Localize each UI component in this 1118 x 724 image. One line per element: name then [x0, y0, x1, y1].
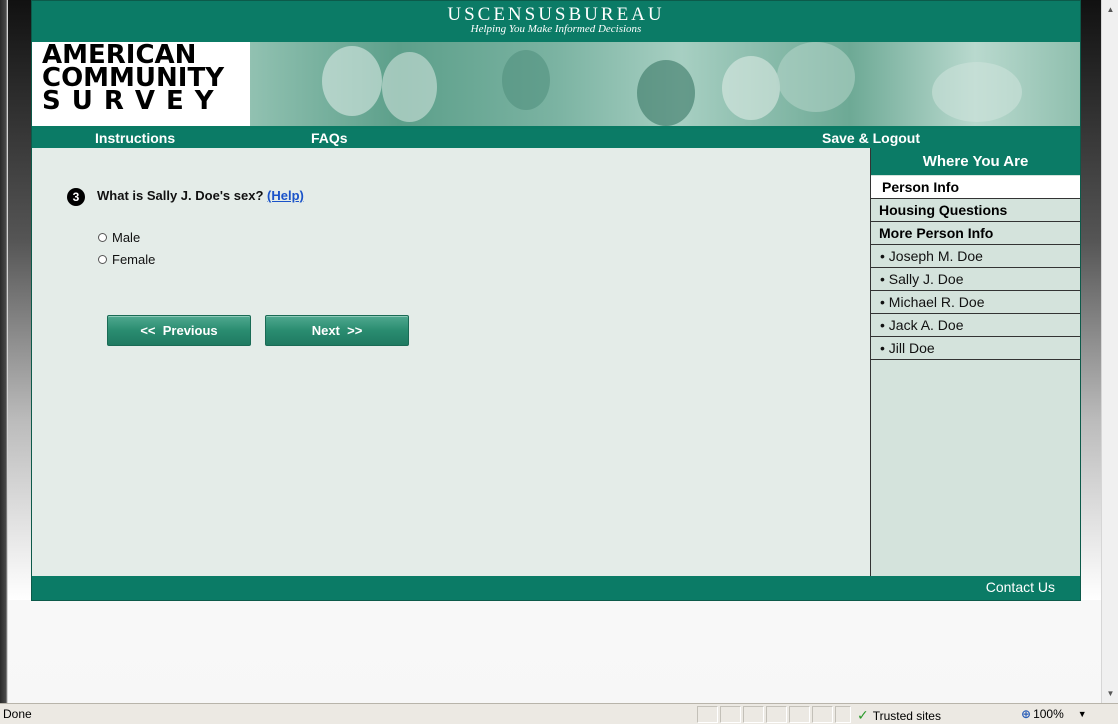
- status-cell: [720, 706, 741, 723]
- check-icon: ✓: [857, 707, 869, 723]
- status-bar: Done ✓ Trusted sites ⊕ 100% ▼: [0, 703, 1118, 724]
- option-male-label: Male: [112, 230, 141, 245]
- status-cell: [789, 706, 810, 723]
- sidebar-item-jill[interactable]: • Jill Doe: [871, 337, 1080, 360]
- nav-save-logout-link[interactable]: Save & Logout: [822, 130, 920, 146]
- nav-bar: Instructions FAQs Save & Logout: [32, 129, 1080, 148]
- header-banner: USCENSUSBUREAU Helping You Make Informed…: [32, 1, 1080, 129]
- radio-male[interactable]: [98, 233, 107, 242]
- zoom-control[interactable]: ⊕ 100% ▼: [1021, 707, 1087, 721]
- status-cell: [697, 706, 718, 723]
- vertical-scrollbar[interactable]: ▲ ▼: [1101, 0, 1118, 703]
- footer-bar: Contact Us: [32, 576, 1080, 600]
- sidebar-item-michael[interactable]: • Michael R. Doe: [871, 291, 1080, 314]
- sidebar-item-jack[interactable]: • Jack A. Doe: [871, 314, 1080, 337]
- sidebar-item-more-person-info[interactable]: More Person Info: [871, 222, 1080, 245]
- radio-female[interactable]: [98, 255, 107, 264]
- status-cell: [743, 706, 764, 723]
- previous-button[interactable]: << Previous: [107, 315, 251, 346]
- option-female-label: Female: [112, 252, 156, 267]
- help-link[interactable]: (Help): [267, 188, 304, 203]
- zoom-dropdown-icon[interactable]: ▼: [1078, 709, 1087, 719]
- acs-logo: AMERICAN COMMUNITY SURVEY: [32, 42, 250, 126]
- survey-frame: USCENSUSBUREAU Helping You Make Informed…: [31, 0, 1081, 601]
- progress-sidebar: Where You Are Person Info Housing Questi…: [870, 148, 1080, 576]
- security-zone-label: Trusted sites: [872, 708, 941, 723]
- scroll-up-arrow-icon[interactable]: ▲: [1103, 2, 1118, 17]
- sidebar-item-joseph[interactable]: • Joseph M. Doe: [871, 245, 1080, 268]
- zoom-icon: ⊕: [1021, 707, 1032, 721]
- question-panel: 3 What is Sally J. Doe's sex? (Help) Mal…: [32, 148, 870, 576]
- option-male[interactable]: Male: [98, 230, 140, 245]
- status-cell: [812, 706, 833, 723]
- status-text: Done: [3, 707, 32, 721]
- status-cell: [835, 706, 851, 723]
- logo-line-3: SURVEY: [42, 86, 225, 116]
- number-3-circle-icon: 3: [67, 188, 85, 206]
- status-cell: [766, 706, 787, 723]
- zoom-level: 100%: [1033, 707, 1064, 721]
- page-gradient-left: [8, 0, 32, 600]
- option-female[interactable]: Female: [98, 252, 155, 267]
- scroll-down-arrow-icon[interactable]: ▼: [1103, 686, 1118, 701]
- nav-instructions-link[interactable]: Instructions: [95, 130, 175, 146]
- question-label: What is Sally J. Doe's sex?: [97, 188, 264, 203]
- sidebar-item-person-info[interactable]: Person Info: [871, 176, 1080, 199]
- contact-us-link[interactable]: Contact Us: [986, 579, 1055, 595]
- security-zone[interactable]: ✓ Trusted sites: [857, 707, 941, 724]
- page-gradient-right: [1080, 0, 1101, 600]
- nav-faqs-link[interactable]: FAQs: [311, 130, 348, 146]
- census-tagline: Helping You Make Informed Decisions: [470, 23, 642, 35]
- sidebar-header: Where You Are: [871, 148, 1080, 175]
- sidebar-item-housing-questions[interactable]: Housing Questions: [871, 199, 1080, 222]
- sidebar-item-sally[interactable]: • Sally J. Doe: [871, 268, 1080, 291]
- question-text: What is Sally J. Doe's sex? (Help): [97, 188, 304, 203]
- next-button[interactable]: Next >>: [265, 315, 409, 346]
- census-bar: USCENSUSBUREAU Helping You Make Informed…: [32, 1, 1080, 42]
